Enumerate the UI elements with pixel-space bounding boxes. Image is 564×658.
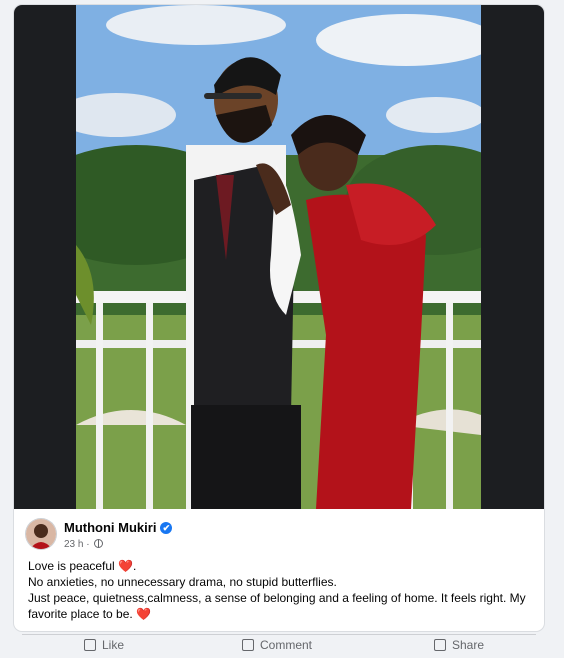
post-line-3: Just peace, quietness,calmness, a sense … xyxy=(28,590,533,622)
post-actions: Like Comment Share xyxy=(14,638,544,658)
post-line-3-text: Just peace, quietness,calmness, a sense … xyxy=(28,591,526,621)
verified-badge-icon: ✔ xyxy=(160,522,173,534)
share-icon xyxy=(434,639,446,651)
actions-divider xyxy=(22,634,536,635)
comment-label: Comment xyxy=(260,638,313,652)
post-header: Muthoni Mukiri ✔ 23 h · xyxy=(26,519,526,553)
like-icon xyxy=(84,639,96,651)
comment-button[interactable]: Comment xyxy=(242,638,312,652)
post-line-2: No anxieties, no unnecessary drama, no s… xyxy=(28,575,337,589)
post-photo[interactable] xyxy=(76,5,481,509)
post-message: Love is peaceful ❤️. No anxieties, no un… xyxy=(28,558,533,622)
author-name[interactable]: Muthoni Mukiri ✔ xyxy=(64,520,173,535)
author-name-text[interactable]: Muthoni Mukiri xyxy=(64,520,156,535)
share-label: Share xyxy=(452,638,485,652)
heart-emoji-icon: ❤️ xyxy=(136,607,152,621)
share-button[interactable]: Share xyxy=(434,638,484,652)
post-line-1-text: Love is peaceful xyxy=(28,559,115,573)
couple-photo-illustration xyxy=(76,5,481,509)
like-button[interactable]: Like xyxy=(84,638,124,652)
post-media[interactable] xyxy=(14,5,544,509)
like-label: Like xyxy=(102,638,125,652)
author-avatar[interactable] xyxy=(26,519,56,549)
post-timestamp[interactable]: 23 h xyxy=(64,539,83,550)
post-line-1: Love is peaceful ❤️. xyxy=(28,559,137,573)
comment-icon xyxy=(242,639,254,651)
meta-separator: · xyxy=(86,539,90,550)
heart-emoji-icon: ❤️ xyxy=(118,559,134,573)
post-meta: 23 h · xyxy=(64,539,104,550)
post-card: Muthoni Mukiri ✔ 23 h · Love is peaceful … xyxy=(14,5,544,631)
globe-icon[interactable] xyxy=(94,539,104,548)
